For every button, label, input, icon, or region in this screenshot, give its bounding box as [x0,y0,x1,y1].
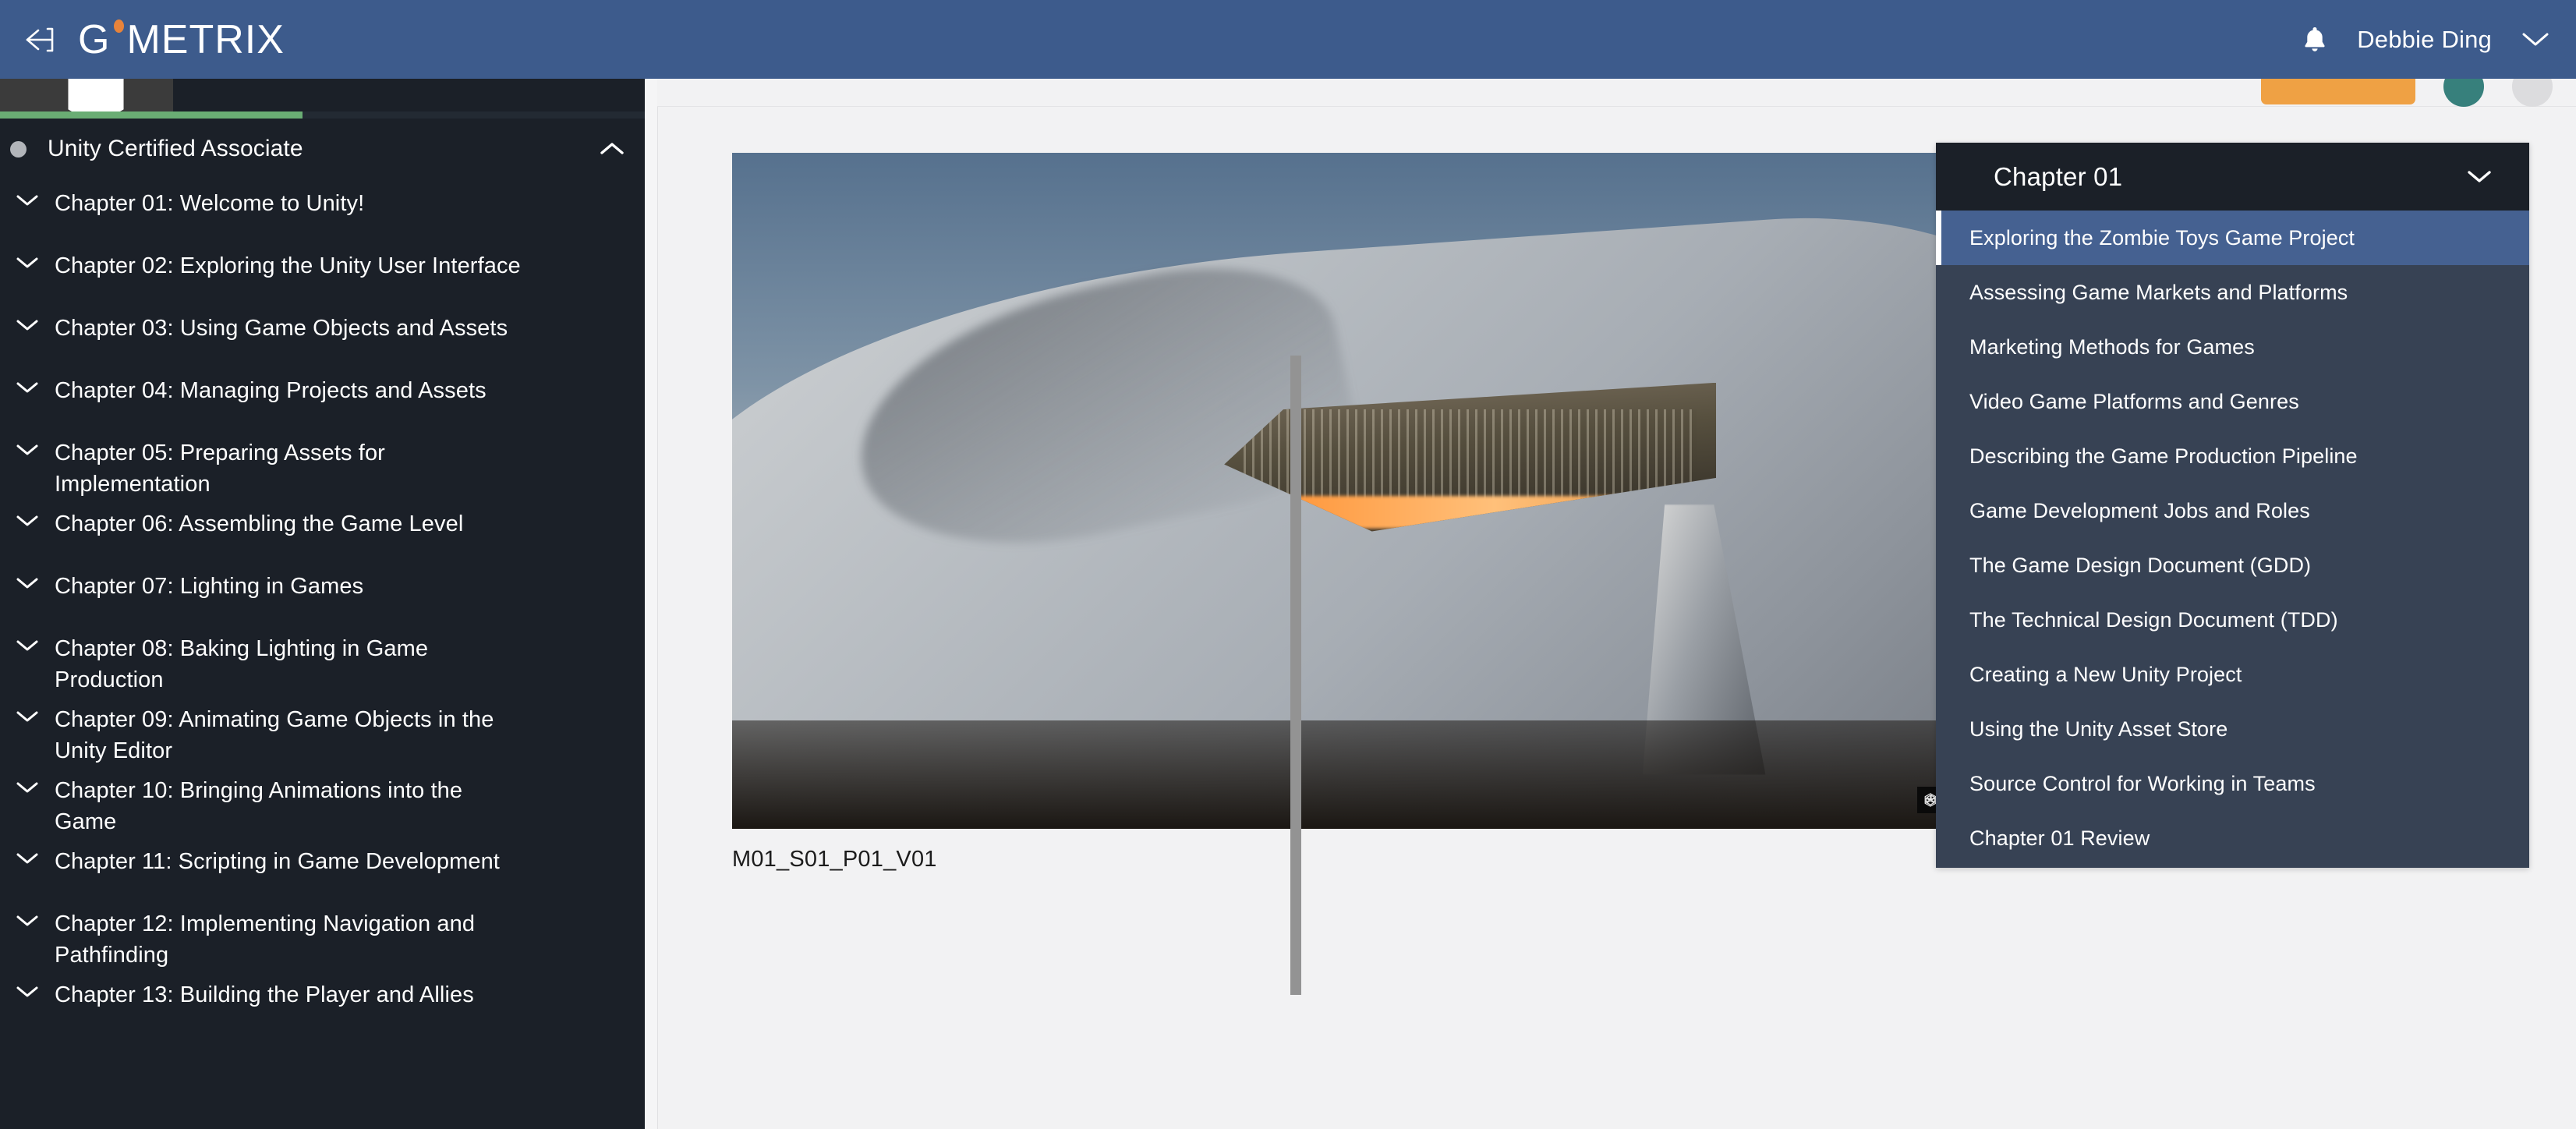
chevron-down-icon[interactable] [0,562,55,590]
course-sidebar: Unity Certified Associate Chapter 01: We… [0,79,657,1129]
chevron-down-icon[interactable] [0,766,55,795]
chevron-down-icon[interactable] [0,837,55,865]
chapter-row[interactable]: Chapter 07: Lighting in Games [0,562,645,625]
lesson-item[interactable]: Assessing Game Markets and Platforms [1936,265,2529,320]
lesson-item[interactable]: Marketing Methods for Games [1936,320,2529,374]
chevron-down-icon[interactable] [2518,23,2553,57]
app-header: G METRIX Debbie Ding [0,0,2576,79]
brand-logo-dot [114,19,124,33]
chevron-down-icon[interactable] [0,304,55,332]
chapter-row[interactable]: Chapter 04: Managing Projects and Assets [0,366,645,429]
chapter-label: Chapter 05: Preparing Assets for Impleme… [55,429,522,500]
brand-logo-metrix: METRIX [126,16,284,63]
lesson-item[interactable]: Video Game Platforms and Genres [1936,374,2529,429]
chevron-down-icon[interactable] [0,179,55,207]
chevron-down-icon[interactable] [0,695,55,724]
chapter-row[interactable]: Chapter 05: Preparing Assets for Impleme… [0,429,645,500]
brand-logo-g: G [78,16,110,63]
sidebar-scrollbar-track[interactable] [645,79,657,1129]
course-progress-fill [0,111,303,119]
course-title: Unity Certified Associate [48,136,303,162]
course-progress-bar [0,111,657,119]
chevron-down-icon[interactable] [0,242,55,270]
brand-logo[interactable]: G METRIX [78,16,285,63]
chapter-label: Chapter 01: Welcome to Unity! [55,179,364,219]
lesson-item[interactable]: The Technical Design Document (TDD) [1936,593,2529,647]
chevron-up-icon[interactable] [595,132,629,166]
chapter-label: Chapter 04: Managing Projects and Assets [55,366,487,406]
chapter-panel-title: Chapter 01 [1994,162,2122,192]
user-name[interactable]: Debbie Ding [2357,26,2492,54]
chapter-row[interactable]: Chapter 11: Scripting in Game Developmen… [0,837,645,900]
chapter-label: Chapter 09: Animating Game Objects in th… [55,695,522,766]
chapter-row[interactable]: Chapter 10: Bringing Animations into the… [0,766,645,837]
chapter-label: Chapter 07: Lighting in Games [55,562,363,602]
chapter-panel-header[interactable]: Chapter 01 [1936,143,2529,211]
notification-bell-icon[interactable] [2293,18,2337,62]
chapter-row[interactable]: Chapter 09: Animating Game Objects in th… [0,695,645,766]
chapter-row[interactable]: Chapter 12: Implementing Navigation and … [0,900,645,971]
chevron-down-icon[interactable] [0,500,55,528]
chapter-label: Chapter 13: Building the Player and Alli… [55,971,474,1010]
chevron-down-icon[interactable] [0,366,55,395]
lesson-item[interactable]: Using the Unity Asset Store [1936,702,2529,756]
unity-logo-icon [53,79,139,111]
course-title-row[interactable]: Unity Certified Associate [0,119,657,179]
chevron-down-icon[interactable] [2462,160,2496,194]
chapter-label: Chapter 12: Implementing Navigation and … [55,900,522,971]
lesson-item[interactable]: Exploring the Zombie Toys Game Project [1936,211,2529,265]
video-caption: M01_S01_P01_V01 [732,847,937,872]
chapter-row[interactable]: Chapter 01: Welcome to Unity! [0,179,645,242]
chapter-label: Chapter 11: Scripting in Game Developmen… [55,837,500,877]
chevron-down-icon[interactable] [0,971,55,999]
lesson-item[interactable]: Game Development Jobs and Roles [1936,483,2529,538]
course-thumbnail[interactable] [0,79,173,111]
lesson-item[interactable]: Source Control for Working in Teams [1936,756,2529,811]
back-arrow-icon[interactable] [20,19,61,60]
course-status-dot [10,141,27,157]
chevron-down-icon[interactable] [0,900,55,928]
lesson-video-player[interactable] [732,153,1962,829]
chevron-down-icon[interactable] [0,429,55,457]
chapter-row[interactable]: Chapter 08: Baking Lighting in Game Prod… [0,625,645,695]
video-ground-region [732,720,1962,829]
chapter-label: Chapter 03: Using Game Objects and Asset… [55,304,508,344]
lesson-list: Exploring the Zombie Toys Game ProjectAs… [1936,211,2529,865]
chapter-label: Chapter 02: Exploring the Unity User Int… [55,242,521,281]
video-headlight-ribs [1244,409,1697,501]
chapter-row[interactable]: Chapter 02: Exploring the Unity User Int… [0,242,645,304]
chapter-row[interactable]: Chapter 06: Assembling the Game Level [0,500,645,562]
chapter-navigation-panel: Chapter 01 Exploring the Zombie Toys Gam… [1936,143,2529,868]
lesson-item[interactable]: The Game Design Document (GDD) [1936,538,2529,593]
chapter-list: Chapter 01: Welcome to Unity! Chapter 02:… [0,179,645,1129]
sidebar-scrollbar-thumb[interactable] [1290,356,1301,995]
lesson-item[interactable]: Describing the Game Production Pipeline [1936,429,2529,483]
lesson-item[interactable]: Chapter 01 Review [1936,811,2529,865]
chapter-label: Chapter 06: Assembling the Game Level [55,500,463,540]
lesson-item[interactable]: Creating a New Unity Project [1936,647,2529,702]
chevron-down-icon[interactable] [0,625,55,653]
chapter-label: Chapter 10: Bringing Animations into the… [55,766,522,837]
chapter-row[interactable]: Chapter 03: Using Game Objects and Asset… [0,304,645,366]
chapter-label: Chapter 08: Baking Lighting in Game Prod… [55,625,522,695]
chapter-row[interactable]: Chapter 13: Building the Player and Alli… [0,971,645,1033]
